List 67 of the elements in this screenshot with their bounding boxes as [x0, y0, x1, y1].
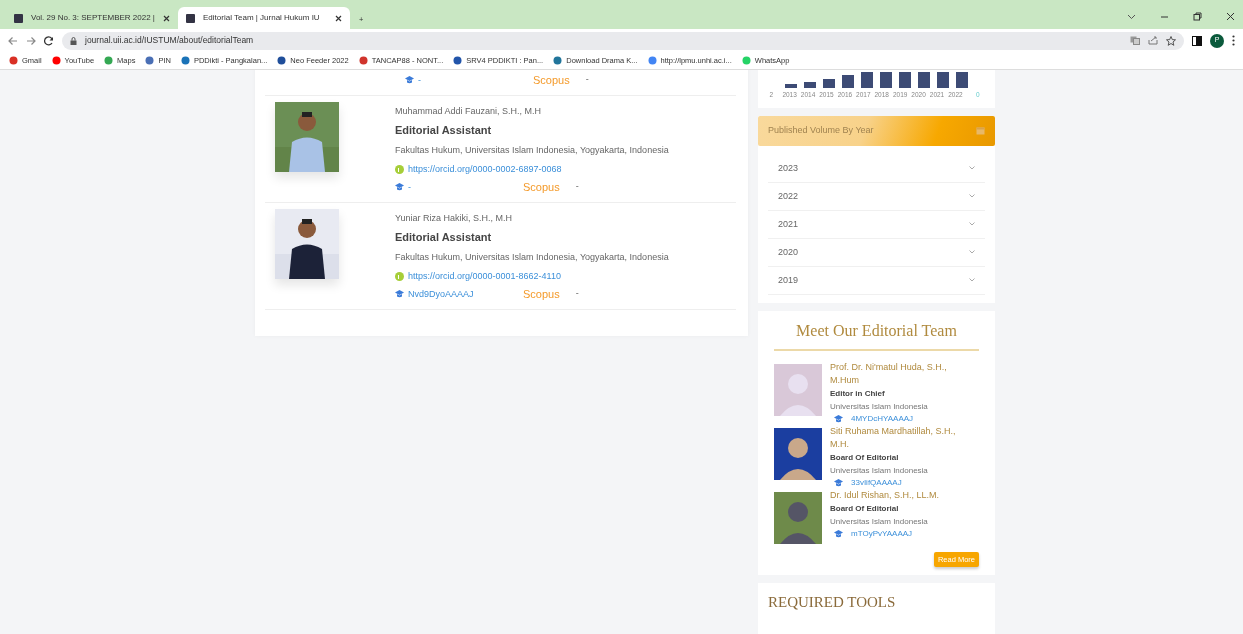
- scopus-value: -: [575, 180, 579, 193]
- orcid-link[interactable]: https://orcid.org/0000-0001-8662-4110: [408, 268, 561, 284]
- orcid-icon: [395, 164, 404, 174]
- chevron-icon: [969, 166, 975, 171]
- minimize-icon[interactable]: [1160, 13, 1169, 20]
- scopus-value: -: [575, 287, 579, 300]
- orcid-icon: [395, 271, 404, 281]
- member-role: Editorial Assistant: [395, 230, 493, 245]
- scholar-link[interactable]: -: [418, 71, 421, 88]
- member-affiliation: Universitas Islam Indonesia: [830, 515, 929, 528]
- member-name: Prof. Dr. Ni'matul Huda, S.H., M.Hum: [830, 360, 948, 387]
- reload-icon[interactable]: [44, 35, 54, 46]
- graduation-cap-icon: [405, 75, 414, 84]
- chevron-icon: [969, 222, 975, 227]
- scopus-value: -: [585, 73, 589, 86]
- member-role: Editorial Assistant: [395, 123, 493, 138]
- forward-icon[interactable]: [26, 35, 36, 46]
- member-affiliation: Universitas Islam Indonesia: [830, 464, 929, 477]
- side-panel-icon[interactable]: [1192, 35, 1202, 46]
- scopus-label: Scopus: [533, 72, 570, 88]
- member-affiliation: Fakultas Hukum, Universitas Islam Indonesia, Yogyakarta, Indonesia: [395, 251, 669, 264]
- member-name: Yuniar Riza Hakiki, S.H., M.H: [395, 212, 514, 225]
- graduation-cap-icon: [395, 289, 404, 298]
- member-affiliation: Universitas Islam Indonesia: [830, 400, 929, 413]
- close-icon[interactable]: [1226, 12, 1235, 21]
- member-role: Board Of Editorial: [830, 451, 900, 464]
- member-name: Dr. Idul Rishan, S.H., LL.M.: [830, 488, 941, 502]
- graduation-cap-icon: [834, 478, 843, 487]
- chevron-icon: [969, 278, 975, 283]
- graduation-cap-icon: [834, 414, 843, 423]
- address-bar[interactable]: journal.uii.ac.id/IUSTUM/about/editorialTeam: [62, 31, 1184, 50]
- lock-icon: [70, 36, 77, 45]
- scopus-label: Scopus: [523, 286, 560, 302]
- url-text: journal.uii.ac.id/IUSTUM/about/editorialTeam: [85, 34, 255, 47]
- scholar-link[interactable]: Nvd9DyoAAAAJ: [408, 285, 474, 302]
- graduation-cap-icon: [395, 182, 404, 191]
- chevron-down-icon[interactable]: [1127, 13, 1136, 20]
- restore-icon[interactable]: [1193, 12, 1202, 21]
- orcid-link[interactable]: https://orcid.org/0000-0002-6897-0068: [408, 161, 562, 177]
- more-icon[interactable]: [1232, 35, 1235, 46]
- back-icon[interactable]: [8, 35, 18, 46]
- chevron-icon: [969, 194, 975, 199]
- card-title: Published Volume By Year: [768, 124, 874, 137]
- section-title: Meet Our Editorial Team: [774, 310, 979, 351]
- translate-icon[interactable]: [1130, 36, 1140, 45]
- close-icon[interactable]: [163, 14, 170, 22]
- scopus-label: Scopus: [523, 179, 560, 195]
- member-role: Board Of Editorial: [830, 502, 900, 515]
- scholar-link[interactable]: -: [408, 178, 411, 195]
- scholar-link[interactable]: 33vIifQAAAAJ: [851, 476, 902, 489]
- close-icon[interactable]: [335, 14, 342, 22]
- page-icon: [186, 13, 195, 23]
- graduation-cap-icon: [834, 529, 843, 538]
- share-icon[interactable]: [1148, 36, 1158, 45]
- calendar-icon: [976, 126, 985, 136]
- page-icon: [14, 13, 23, 23]
- member-role: Editor in Chief: [830, 387, 886, 400]
- chevron-icon: [969, 250, 975, 255]
- browser-tab[interactable]: Editorial Team | Jurnal Hukum IU: [178, 7, 350, 29]
- scholar-link[interactable]: 4MYDcHYAAAAJ: [851, 412, 914, 425]
- member-name: Siti Ruhama Mardhatillah, S.H., M.H.: [830, 424, 957, 451]
- scholar-link[interactable]: mTOyPvYAAAAJ: [851, 527, 913, 540]
- browser-tab[interactable]: Vol. 29 No. 3: SEPTEMBER 2022 |: [6, 7, 178, 29]
- member-affiliation: Fakultas Hukum, Universitas Islam Indonesia, Yogyakarta, Indonesia: [395, 144, 669, 157]
- member-name: Muhammad Addi Fauzani, S.H., M.H: [395, 105, 543, 118]
- section-title: REQUIRED TOOLS: [767, 593, 897, 612]
- star-icon[interactable]: [1166, 35, 1176, 46]
